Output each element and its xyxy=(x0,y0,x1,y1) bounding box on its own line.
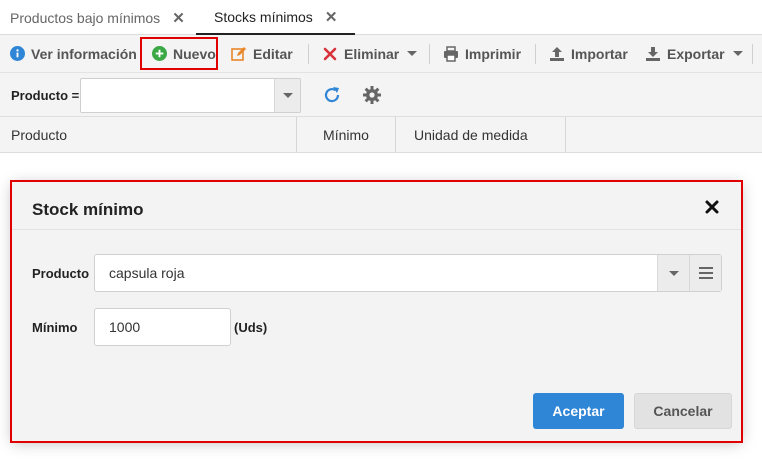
divider xyxy=(429,44,430,64)
producto-field[interactable]: capsula roja xyxy=(94,254,722,292)
chevron-down-icon xyxy=(668,270,679,276)
producto-label: Producto xyxy=(32,266,90,281)
tab-productos-bajo-minimos[interactable]: Productos bajo mínimos ✕ xyxy=(10,0,185,35)
refresh-icon[interactable] xyxy=(322,85,342,105)
upload-icon xyxy=(549,46,565,62)
minimo-input[interactable]: 1000 xyxy=(94,308,231,346)
dropdown-button[interactable] xyxy=(657,255,689,291)
grid-header: Producto Mínimo Unidad de medida xyxy=(0,117,762,153)
gear-icon[interactable] xyxy=(362,85,382,105)
edit-icon xyxy=(231,46,247,62)
info-icon xyxy=(9,46,25,62)
menu-icon xyxy=(698,267,713,279)
aceptar-button[interactable]: Aceptar xyxy=(533,393,624,429)
divider xyxy=(308,44,309,64)
stock-minimo-dialog: Stock mínimo Producto capsula roja Mínim… xyxy=(12,182,741,441)
importar-button[interactable]: Importar xyxy=(549,35,628,72)
producto-filter-combo[interactable] xyxy=(80,78,301,113)
close-icon[interactable]: ✕ xyxy=(325,8,338,26)
filter-bar: Producto = xyxy=(0,73,762,117)
nuevo-highlight xyxy=(140,37,218,70)
cancelar-button[interactable]: Cancelar xyxy=(634,393,732,429)
dropdown-button[interactable] xyxy=(274,79,300,112)
chevron-down-icon xyxy=(282,93,293,98)
tab-label: Stocks mínimos xyxy=(214,8,313,25)
imprimir-button[interactable]: Imprimir xyxy=(443,35,521,72)
list-button[interactable] xyxy=(689,255,721,291)
eliminar-label: Eliminar xyxy=(344,45,400,62)
exportar-label: Exportar xyxy=(667,45,725,62)
exportar-button[interactable]: Exportar xyxy=(645,35,743,72)
download-icon xyxy=(645,46,661,62)
ver-informacion-label: Ver información xyxy=(31,45,137,62)
eliminar-button[interactable]: Eliminar xyxy=(322,35,418,72)
editar-label: Editar xyxy=(253,45,293,62)
toolbar: Ver información Nuevo Editar Eliminar Im… xyxy=(0,35,762,73)
minimo-label: Mínimo xyxy=(32,320,78,335)
filter-label: Producto = xyxy=(11,88,80,103)
column-header-minimo[interactable]: Mínimo xyxy=(297,117,396,152)
chevron-down-icon xyxy=(732,51,743,56)
print-icon xyxy=(443,45,459,62)
imprimir-label: Imprimir xyxy=(465,45,522,62)
column-header-unidad[interactable]: Unidad de medida xyxy=(396,117,566,152)
divider xyxy=(752,44,753,64)
ver-informacion-button[interactable]: Ver información xyxy=(9,35,137,72)
producto-value: capsula roja xyxy=(109,265,185,281)
tab-stocks-minimos[interactable]: Stocks mínimos ✕ xyxy=(196,0,356,35)
column-header-producto[interactable]: Producto xyxy=(0,117,297,152)
tab-bar: Productos bajo mínimos ✕ Stocks mínimos … xyxy=(0,0,762,35)
divider xyxy=(535,44,536,64)
tab-label: Productos bajo mínimos xyxy=(10,9,161,26)
importar-label: Importar xyxy=(571,45,628,62)
editar-button[interactable]: Editar xyxy=(231,35,293,72)
minimo-value: 1000 xyxy=(109,319,141,335)
chevron-down-icon xyxy=(407,51,418,56)
close-icon[interactable]: ✕ xyxy=(172,9,185,27)
divider xyxy=(12,229,741,230)
close-icon[interactable] xyxy=(703,198,721,216)
dialog-title: Stock mínimo xyxy=(32,200,144,219)
delete-icon xyxy=(322,46,338,62)
unit-label: (Uds) xyxy=(234,320,268,335)
